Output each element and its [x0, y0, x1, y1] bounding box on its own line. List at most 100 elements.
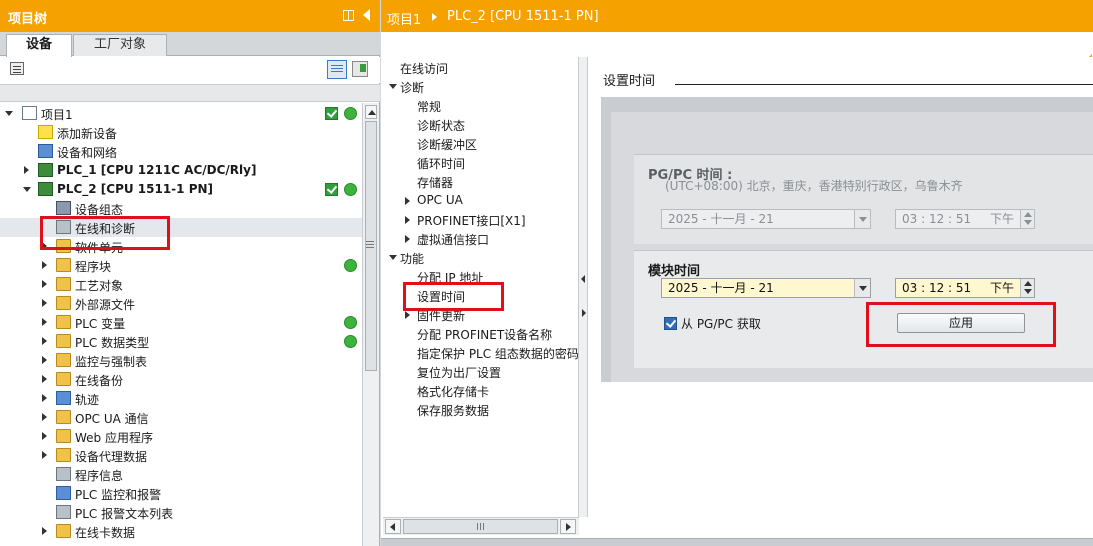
breadcrumb-project[interactable]: 项目1	[387, 9, 421, 28]
chevron-right-icon[interactable]	[405, 197, 410, 205]
tab-devices[interactable]: 设备	[6, 34, 72, 57]
scroll-thumb[interactable]	[365, 121, 377, 371]
chevron-right-icon[interactable]	[42, 337, 47, 345]
project-tree-title: 项目树	[8, 12, 48, 27]
tree-item-icon	[56, 505, 71, 519]
chevron-down-icon[interactable]	[23, 187, 31, 192]
tree-item-label: 添加新设备	[57, 127, 118, 141]
nav-item[interactable]: 循环时间	[386, 153, 578, 172]
nav-item[interactable]: 诊断状态	[386, 115, 578, 134]
tree-item[interactable]: 工艺对象	[0, 275, 362, 294]
chevron-right-icon[interactable]	[405, 235, 410, 243]
breadcrumb-device[interactable]: PLC_2 [CPU 1511-1 PN]	[447, 9, 599, 24]
nav-item[interactable]: 指定保护 PLC 组态数据的密码	[386, 343, 579, 362]
nav-item[interactable]: 格式化存储卡	[386, 381, 578, 400]
tree-item[interactable]: 外部源文件	[0, 294, 362, 313]
get-from-pgpc-checkbox[interactable]	[664, 317, 677, 330]
chevron-down-icon[interactable]	[389, 84, 397, 89]
nav-item[interactable]: 保存服务数据	[386, 400, 578, 419]
chevron-right-icon[interactable]	[42, 394, 47, 402]
tree-item[interactable]: 在线卡数据	[0, 522, 362, 541]
tree-item[interactable]: Web 应用程序	[0, 427, 362, 446]
highlight-set-time	[403, 282, 504, 311]
tree-item[interactable]: PLC 报警文本列表	[0, 503, 362, 522]
nav-item[interactable]: 存储器	[386, 172, 578, 191]
chevron-right-icon[interactable]	[42, 451, 47, 459]
nav-item[interactable]: 在线访问	[386, 58, 578, 77]
chevron-right-icon[interactable]	[405, 311, 410, 319]
scroll-right-icon[interactable]	[560, 519, 576, 534]
collapse-left-icon[interactable]	[363, 9, 370, 21]
nav-item[interactable]: 常规	[386, 96, 578, 115]
spinner-icon	[1020, 210, 1034, 228]
chevron-right-icon[interactable]	[42, 356, 47, 364]
nav-item[interactable]: 虚拟通信接口	[386, 229, 578, 248]
chevron-right-icon[interactable]	[24, 166, 29, 174]
chevron-right-icon[interactable]	[42, 527, 47, 535]
nav-item[interactable]: 诊断缓冲区	[386, 134, 578, 153]
tree-item-label: 工艺对象	[75, 279, 124, 293]
pin-icon[interactable]	[343, 10, 354, 21]
collapse-nav-icon[interactable]	[581, 275, 585, 283]
tree-item-label: 设备和网络	[57, 146, 118, 160]
module-date-field[interactable]: 2025 - 十一月 - 21	[661, 278, 871, 298]
nav-splitter[interactable]	[578, 57, 588, 517]
tree-item[interactable]: PLC 监控和报警	[0, 484, 362, 503]
spinner-icon[interactable]	[1020, 279, 1034, 297]
module-time-field[interactable]: 03 : 12 : 51 下午	[895, 278, 1035, 298]
expand-nav-icon[interactable]	[582, 309, 586, 317]
chevron-right-icon[interactable]	[42, 432, 47, 440]
nav-horizontal-scrollbar[interactable]	[383, 517, 579, 535]
tree-item-label: PLC 报警文本列表	[75, 507, 174, 521]
tree-item[interactable]: PLC_1 [CPU 1211C AC/DC/Rly]	[0, 161, 362, 180]
chevron-down-icon[interactable]	[854, 279, 870, 297]
tree-item[interactable]: 程序块	[0, 256, 362, 275]
properties-icon[interactable]	[10, 62, 24, 75]
chevron-down-icon[interactable]	[5, 111, 13, 116]
scroll-thumb[interactable]	[403, 519, 558, 534]
chevron-right-icon[interactable]	[42, 375, 47, 383]
nav-item-label: PROFINET接口[X1]	[417, 214, 526, 228]
tree-item[interactable]: 在线备份	[0, 370, 362, 389]
scroll-left-icon[interactable]	[385, 519, 401, 534]
nav-item[interactable]: 功能	[386, 248, 578, 267]
tree-item[interactable]: 设备和网络	[0, 142, 362, 161]
tree-item[interactable]: PLC_2 [CPU 1511-1 PN]	[0, 180, 362, 199]
chevron-right-icon[interactable]	[42, 299, 47, 307]
tree-item-label: 在线卡数据	[75, 526, 136, 540]
chevron-right-icon[interactable]	[42, 261, 47, 269]
project-tree-scrollbar[interactable]	[362, 103, 379, 546]
tree-item-icon	[56, 410, 71, 424]
detail-view-icon[interactable]	[327, 60, 347, 79]
chevron-right-icon[interactable]	[405, 216, 410, 224]
tree-item-label: PLC 监控和报警	[75, 488, 162, 502]
tree-item[interactable]: 添加新设备	[0, 123, 362, 142]
tree-item[interactable]: PLC 数据类型	[0, 332, 362, 351]
chevron-right-icon[interactable]	[42, 280, 47, 288]
tree-item[interactable]: 程序信息	[0, 465, 362, 484]
tree-item-label: 程序块	[75, 260, 112, 274]
nav-item[interactable]: 诊断	[386, 77, 578, 96]
tab-plant-objects[interactable]: 工厂对象	[73, 34, 167, 56]
tree-item-label: OPC UA 通信	[75, 412, 149, 426]
nav-item[interactable]: OPC UA	[386, 191, 578, 210]
nav-item[interactable]: 复位为出厂设置	[386, 362, 578, 381]
nav-item-label: 存储器	[417, 176, 454, 190]
tree-item[interactable]: 项目1	[0, 104, 362, 123]
tree-item[interactable]: 设备代理数据	[0, 446, 362, 465]
tree-item[interactable]: 监控与强制表	[0, 351, 362, 370]
export-icon[interactable]	[352, 61, 368, 77]
tree-item[interactable]: OPC UA 通信	[0, 408, 362, 427]
tree-item[interactable]: PLC 变量	[0, 313, 362, 332]
chevron-right-icon[interactable]	[42, 413, 47, 421]
pgpc-timezone: (UTC+08:00) 北京，重庆，香港特别行政区，乌鲁木齐	[665, 179, 963, 193]
get-from-pgpc-label: 从 PG/PC 获取	[681, 317, 761, 331]
grip-icon[interactable]	[366, 241, 374, 242]
tree-item[interactable]: 轨迹	[0, 389, 362, 408]
scroll-up-icon[interactable]	[365, 105, 377, 119]
pgpc-time-group: PG/PC 时间 :	[634, 154, 1093, 244]
chevron-down-icon[interactable]	[389, 255, 397, 260]
nav-item[interactable]: PROFINET接口[X1]	[386, 210, 578, 229]
nav-item[interactable]: 分配 PROFINET设备名称	[386, 324, 578, 343]
chevron-right-icon[interactable]	[42, 318, 47, 326]
